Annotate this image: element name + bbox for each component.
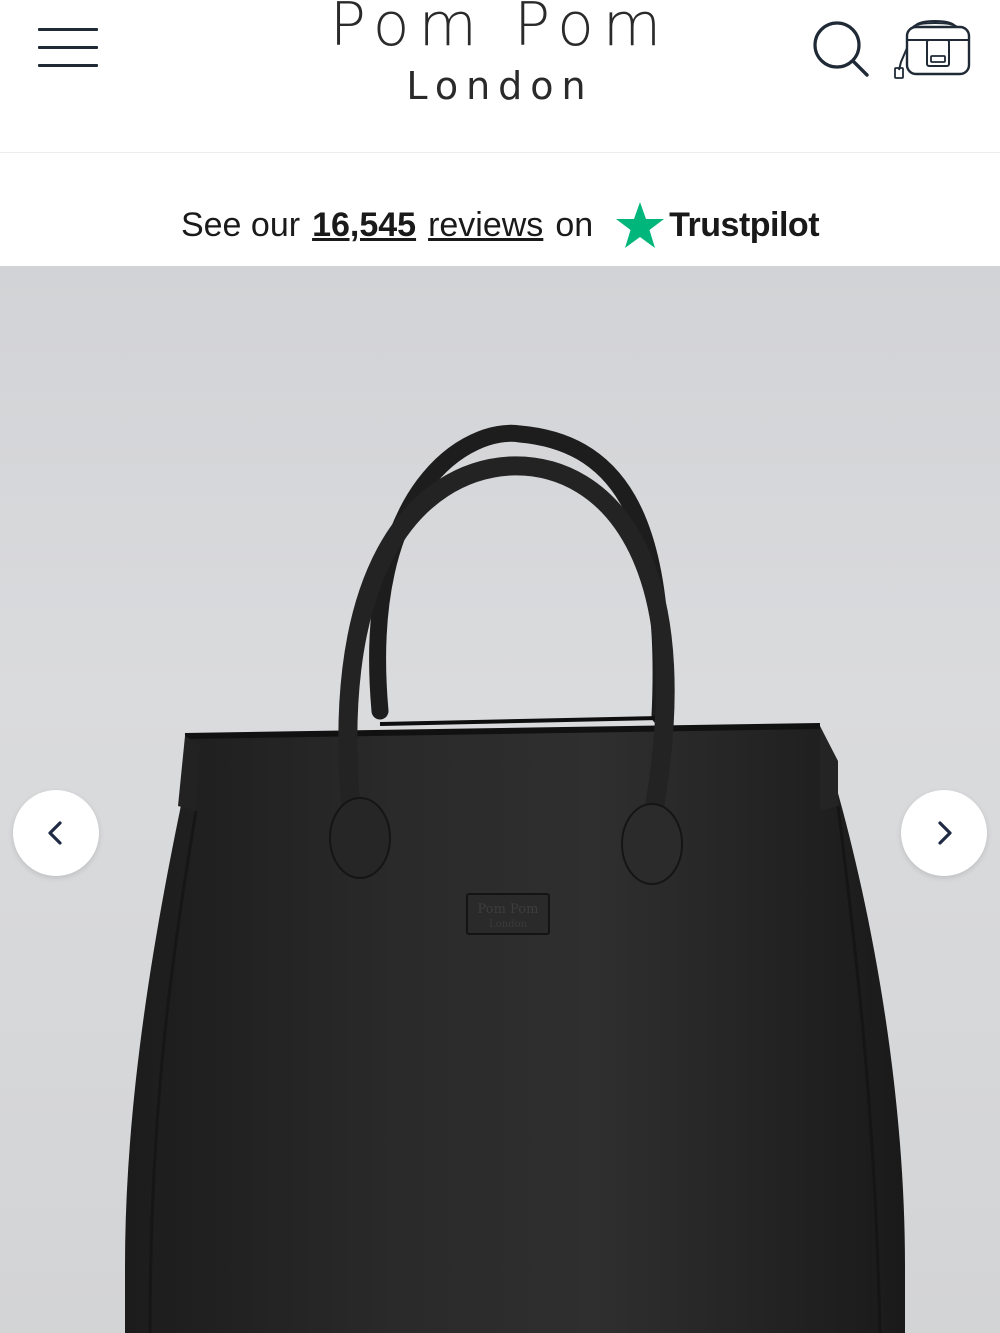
product-page: Pom Pom London See our 16,545 reviews on…: [0, 0, 1000, 1333]
search-icon: [813, 21, 869, 77]
trust-on: on: [555, 205, 594, 244]
brand-subtitle: London: [406, 64, 594, 108]
previous-image-button[interactable]: [13, 790, 99, 876]
product-image[interactable]: Pom Pom London: [0, 266, 1000, 1333]
review-count-link[interactable]: 16,545: [312, 206, 416, 245]
trustpilot-star-icon: [616, 202, 665, 248]
next-image-button[interactable]: [901, 790, 987, 876]
chevron-right-icon: [938, 821, 952, 845]
site-header: Pom Pom London: [0, 0, 1000, 153]
hamburger-menu-icon: [38, 28, 98, 31]
chevron-left-icon: [48, 821, 62, 845]
embossed-logo-top: Pom Pom: [478, 902, 539, 917]
product-gallery: Pom Pom London: [0, 266, 1000, 1333]
brand-logo[interactable]: Pom Pom London: [250, 0, 750, 108]
bag-button[interactable]: [893, 18, 977, 80]
trustpilot-logo-text[interactable]: Trustpilot: [669, 206, 819, 245]
trustpilot-banner: See our 16,545 reviews on Trustpilot: [0, 190, 1000, 260]
menu-button[interactable]: [30, 18, 108, 78]
embossed-logo-bottom: London: [489, 919, 528, 930]
search-button[interactable]: [808, 16, 874, 82]
trust-prefix: See our: [180, 205, 301, 244]
brand-name: Pom Pom: [329, 0, 671, 60]
bag-icon: [894, 19, 971, 79]
reviews-link[interactable]: reviews: [428, 206, 543, 245]
